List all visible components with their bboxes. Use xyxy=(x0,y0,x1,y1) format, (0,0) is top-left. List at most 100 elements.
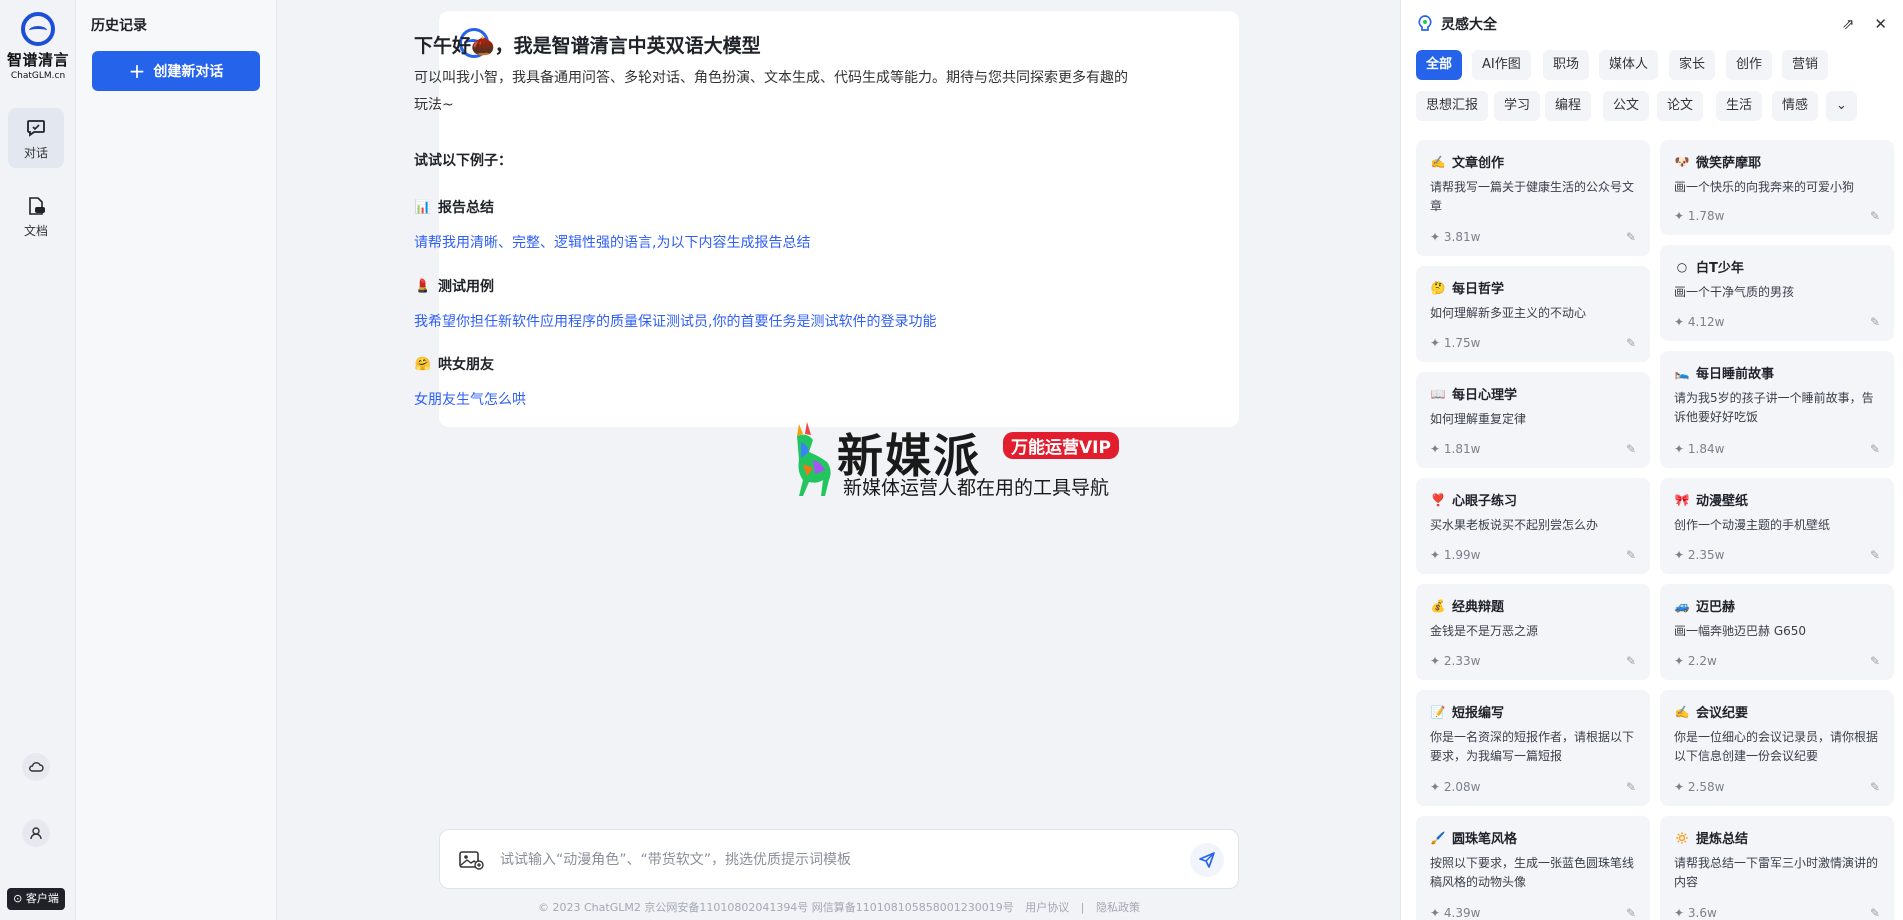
card-title: 迈巴赫 xyxy=(1696,600,1736,615)
terms-link[interactable]: 用户协议 xyxy=(1025,901,1069,914)
prompt-card[interactable]: 🐶 微笑萨摩耶 画一个快乐的向我奔来的可爱小狗 ✦ 1.78w ✎ xyxy=(1660,140,1894,235)
hug-emoji-icon: 🤗 xyxy=(414,356,432,372)
edit-icon[interactable]: ✎ xyxy=(1626,442,1636,456)
card-count: 1.75w xyxy=(1443,336,1481,350)
rail-item-chat[interactable]: 对话 xyxy=(8,108,64,168)
prompt-card[interactable]: 🔅 提炼总结 请帮我总结一下雷军三小时激情演讲的内容 ✦ 3.6w ✎ xyxy=(1660,816,1894,920)
tag-4[interactable]: 家长 xyxy=(1669,50,1716,80)
edit-icon[interactable]: ✎ xyxy=(1870,906,1880,920)
card-count: 3.6w xyxy=(1687,906,1717,920)
tag-2[interactable]: 职场 xyxy=(1543,50,1590,80)
sparkle-icon: ✦ xyxy=(1430,654,1441,668)
prompt-card[interactable]: 📝 短报编写 你是一名资深的短报作者，请根据以下要求，为我编写一篇短报 ✦ 2.08w… xyxy=(1416,690,1650,806)
sparkle-icon: ✦ xyxy=(1674,780,1685,794)
tag-0[interactable]: 全部 xyxy=(1416,50,1463,80)
card-emoji-icon: 🖌️ xyxy=(1430,830,1446,845)
card-emoji-icon: ✍️ xyxy=(1430,154,1446,169)
example-title: 报告总结 xyxy=(438,200,494,216)
card-desc: 画一个快乐的向我奔来的可爱小狗 xyxy=(1674,180,1855,194)
prompt-card[interactable]: ❣️ 心眼子练习 买水果老板说买不起别尝怎么办 ✦ 1.99w ✎ xyxy=(1416,478,1650,574)
tag-5[interactable]: 创作 xyxy=(1726,50,1773,80)
card-usage-count: ✦ 2.08w xyxy=(1430,780,1480,794)
prompt-card[interactable]: 📖 每日心理学 如何理解重复定律 ✦ 1.81w ✎ xyxy=(1416,372,1650,468)
edit-icon[interactable]: ✎ xyxy=(1870,442,1880,456)
close-icon[interactable]: ✕ xyxy=(1874,15,1887,33)
plus-icon: + xyxy=(128,59,146,83)
edit-icon[interactable]: ✎ xyxy=(1626,654,1636,668)
chevron-down-icon[interactable]: ⌄ xyxy=(1826,91,1857,121)
card-desc: 按照以下要求，生成一张蓝色圆珠笔线稿风格的动物头像 xyxy=(1430,856,1635,889)
chat-input[interactable] xyxy=(500,846,1140,874)
edit-icon[interactable]: ✎ xyxy=(1870,654,1880,668)
tag-6[interactable]: 营销 xyxy=(1782,50,1829,80)
example-prompt-link[interactable]: 请帮我用清晰、完整、逻辑性强的语言,为以下内容生成报告总结 xyxy=(414,232,810,252)
edit-icon[interactable]: ✎ xyxy=(1870,315,1880,329)
privacy-link[interactable]: 隐私政策 xyxy=(1096,901,1140,914)
sparkle-icon: ✦ xyxy=(1430,442,1441,456)
card-usage-count: ✦ 2.33w xyxy=(1430,654,1480,668)
card-usage-count: ✦ 3.81w xyxy=(1430,230,1480,244)
prompt-card[interactable]: ✍️ 文章创作 请帮我写一篇关于健康生活的公众号文章 ✦ 3.81w ✎ xyxy=(1416,140,1650,256)
inspiration-actions: ⇗ ✕ xyxy=(1842,15,1887,33)
rail-chat-label: 对话 xyxy=(23,146,48,160)
card-usage-count: ✦ 2.58w xyxy=(1674,780,1724,794)
tag-10[interactable]: 公文 xyxy=(1603,91,1650,121)
tag-7[interactable]: 思想汇报 xyxy=(1416,91,1489,121)
sparkle-icon: ✦ xyxy=(1674,548,1685,562)
tag-12[interactable]: 生活 xyxy=(1716,91,1763,121)
card-count: 2.33w xyxy=(1443,654,1481,668)
edit-icon[interactable]: ✎ xyxy=(1626,230,1636,244)
card-count: 1.78w xyxy=(1687,209,1725,223)
tag-1[interactable]: AI作图 xyxy=(1472,50,1531,80)
example-prompt-link[interactable]: 女朋友生气怎么哄 xyxy=(414,389,526,409)
card-title: 会议纪要 xyxy=(1696,706,1749,721)
prompt-card[interactable]: 🛌 每日睡前故事 请为我5岁的孩子讲一个睡前故事，告诉他要好好吃饭 ✦ 1.84w ✎ xyxy=(1660,351,1894,468)
card-usage-count: ✦ 1.99w xyxy=(1430,548,1480,562)
send-button[interactable] xyxy=(1190,843,1224,877)
image-upload-icon[interactable] xyxy=(458,849,484,871)
edit-icon[interactable]: ✎ xyxy=(1626,906,1636,920)
logo-sub: ChatGLM.cn xyxy=(10,71,66,81)
card-emoji-icon: 🔅 xyxy=(1674,830,1690,845)
edit-icon[interactable]: ✎ xyxy=(1626,780,1636,794)
card-title: 经典辩题 xyxy=(1452,600,1505,615)
edit-icon[interactable]: ✎ xyxy=(1870,780,1880,794)
example-prompt-link[interactable]: 我希望你担任新软件应用程序的质量保证测试员,你的首要任务是测试软件的登录功能 xyxy=(414,311,936,331)
user-icon[interactable] xyxy=(22,819,50,847)
prompt-card[interactable]: 🚙 迈巴赫 画一幅奔驰迈巴赫 G650 ✦ 2.2w ✎ xyxy=(1660,584,1894,680)
new-chat-button[interactable]: + 创建新对话 xyxy=(92,51,260,91)
card-emoji-icon: 📝 xyxy=(1430,704,1446,719)
prompt-card[interactable]: 🖌️ 圆珠笔风格 按照以下要求，生成一张蓝色圆珠笔线稿风格的动物头像 ✦ 4.39w ✎ xyxy=(1416,816,1650,920)
example-girlfriend: 🤗 哄女朋友 女朋友生气怎么哄 xyxy=(414,354,526,409)
tag-11[interactable]: 论文 xyxy=(1657,91,1704,121)
logo[interactable]: 智谱清言 ChatGLM.cn xyxy=(6,12,70,81)
tag-3[interactable]: 媒体人 xyxy=(1599,50,1659,80)
edit-icon[interactable]: ✎ xyxy=(1870,548,1880,562)
lipstick-emoji-icon: 💄 xyxy=(414,278,432,294)
tag-9[interactable]: 编程 xyxy=(1545,91,1592,121)
share-icon[interactable]: ⇗ xyxy=(1842,15,1855,33)
edit-icon[interactable]: ✎ xyxy=(1626,548,1636,562)
sparkle-icon: ✦ xyxy=(1430,780,1441,794)
tag-8[interactable]: 学习 xyxy=(1494,91,1541,121)
edit-icon[interactable]: ✎ xyxy=(1626,336,1636,350)
edit-icon[interactable]: ✎ xyxy=(1870,209,1880,223)
card-emoji-icon: 🚙 xyxy=(1674,598,1690,613)
prompt-card[interactable]: 💰 经典辩题 金钱是不是万恶之源 ✦ 2.33w ✎ xyxy=(1416,584,1650,680)
prompt-card[interactable]: ○ 白T少年 画一个干净气质的男孩 ✦ 4.12w ✎ xyxy=(1660,245,1894,341)
card-emoji-icon: ❣️ xyxy=(1430,492,1446,507)
logo-icon xyxy=(21,12,55,46)
history-title: 历史记录 xyxy=(91,18,147,34)
client-download-button[interactable]: ⊙ 客户端 xyxy=(7,888,65,910)
card-emoji-icon: 🎀 xyxy=(1674,492,1690,507)
sparkle-icon: ✦ xyxy=(1430,336,1441,350)
tag-13[interactable]: 情感 xyxy=(1772,91,1819,121)
welcome-title: 下午好🌰，我是智谱清言中英双语大模型 xyxy=(414,35,761,57)
cloud-icon[interactable] xyxy=(22,753,50,781)
prompt-card[interactable]: 🤔 每日哲学 如何理解新多亚主义的不动心 ✦ 1.75w ✎ xyxy=(1416,266,1650,362)
rail-docs-label: 文档 xyxy=(23,224,48,238)
prompt-card[interactable]: 🎀 动漫壁纸 创作一个动漫主题的手机壁纸 ✦ 2.35w ✎ xyxy=(1660,478,1894,574)
sparkle-icon: ✦ xyxy=(1674,906,1685,920)
prompt-card[interactable]: ✍️ 会议纪要 你是一位细心的会议记录员，请你根据以下信息创建一份会议纪要 ✦ 2.5… xyxy=(1660,690,1894,806)
rail-item-docs[interactable]: 文档 xyxy=(8,186,64,246)
